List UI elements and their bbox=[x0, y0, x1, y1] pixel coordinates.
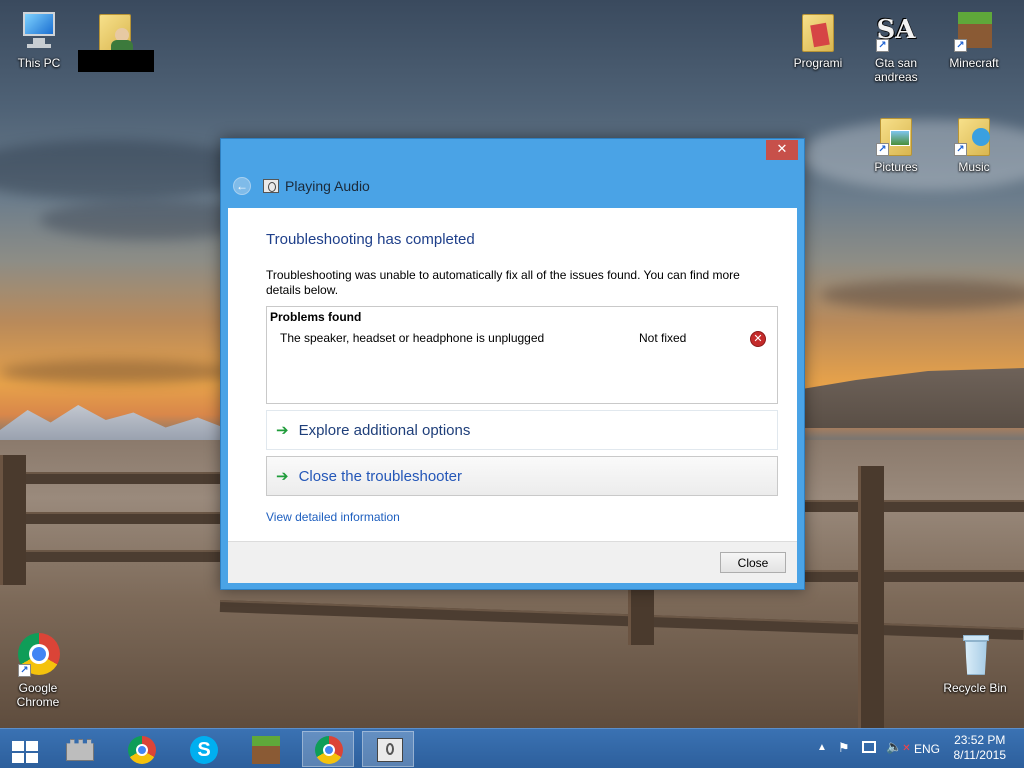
shortcut-arrow-icon: ↗ bbox=[954, 39, 967, 52]
green-arrow-icon: ➔ bbox=[276, 422, 289, 439]
taskbar-app-minecraft[interactable] bbox=[240, 731, 292, 767]
clock[interactable]: 23:52 PM 8/11/2015 bbox=[954, 733, 1007, 763]
desktop-icon-label: Gta san andreas bbox=[874, 56, 918, 84]
language-indicator[interactable]: ENG bbox=[914, 742, 940, 756]
troubleshooter-dialog: ✕ ← Playing Audio Troubleshooting has co… bbox=[220, 138, 805, 590]
pictures-folder-icon: ↗ bbox=[874, 112, 918, 156]
shortcut-arrow-icon: ↗ bbox=[876, 39, 889, 52]
network-icon[interactable] bbox=[862, 741, 876, 753]
action-center-flag-icon[interactable]: ⚑ bbox=[838, 740, 850, 756]
chrome-icon bbox=[315, 736, 343, 764]
desktop-icon-programi[interactable]: Programi bbox=[783, 8, 853, 70]
clock-time: 23:52 PM bbox=[954, 733, 1006, 747]
music-folder-icon: ↗ bbox=[952, 112, 996, 156]
this-pc-icon bbox=[17, 8, 61, 52]
problems-list: Problems found The speaker, headset or h… bbox=[266, 306, 778, 404]
skype-icon: S bbox=[190, 736, 218, 764]
windows-logo-icon bbox=[12, 741, 38, 763]
close-button[interactable]: Close bbox=[720, 552, 786, 573]
desktop-icon-label: Programi bbox=[793, 56, 843, 70]
taskbar-app-skype[interactable]: S bbox=[178, 731, 230, 767]
taskbar: S ▲ ⚑ 🔈✕ ENG 23:52 PM 8/11/2015 bbox=[0, 728, 1024, 768]
castle-icon bbox=[66, 739, 94, 761]
show-hidden-icons-icon[interactable]: ▲ bbox=[817, 742, 827, 753]
shortcut-arrow-icon: ↗ bbox=[876, 143, 889, 156]
gta-sa-icon: SA ↗ bbox=[876, 15, 916, 52]
taskbar-app-chrome[interactable] bbox=[116, 731, 168, 767]
desktop-icon-label: Recycle Bin bbox=[943, 681, 1007, 695]
desktop-icon-label: Minecraft bbox=[949, 56, 999, 70]
desktop-icon-music[interactable]: ↗ Music bbox=[939, 112, 1009, 174]
window-close-button[interactable]: ✕ bbox=[766, 140, 798, 160]
problem-row[interactable]: The speaker, headset or headphone is unp… bbox=[267, 331, 777, 347]
desktop-icon-user-folder[interactable] bbox=[80, 8, 150, 56]
description-text: Troubleshooting was unable to automatica… bbox=[266, 268, 740, 297]
desktop-icon-gta-san-andreas[interactable]: SA ↗ Gta san andreas bbox=[861, 8, 931, 84]
chrome-icon: ↗ bbox=[16, 633, 60, 677]
problem-status: Not fixed bbox=[639, 331, 687, 345]
page-title: Troubleshooting has completed bbox=[266, 231, 475, 248]
option-label: Explore additional options bbox=[298, 421, 471, 439]
taskbar-app-chrome-active[interactable] bbox=[302, 731, 354, 767]
troubleshooter-icon bbox=[377, 738, 403, 762]
option-label: Close the troubleshooter bbox=[298, 467, 463, 485]
troubleshooter-icon bbox=[263, 179, 279, 193]
view-details-link[interactable]: View detailed information bbox=[266, 510, 400, 524]
redacted-label bbox=[78, 50, 154, 72]
window-title: Playing Audio bbox=[285, 178, 370, 194]
desktop-icon-google-chrome[interactable]: ↗ Google Chrome bbox=[3, 633, 73, 709]
desktop-icon-this-pc[interactable]: This PC bbox=[4, 8, 74, 70]
close-troubleshooter-button[interactable]: ➔ Close the troubleshooter bbox=[266, 456, 778, 496]
desktop-icon-label: Music bbox=[958, 160, 990, 174]
volume-muted-icon[interactable]: 🔈✕ bbox=[886, 739, 911, 755]
chrome-icon bbox=[128, 736, 156, 764]
start-button[interactable] bbox=[0, 731, 52, 767]
problems-header: Problems found bbox=[270, 310, 362, 324]
minecraft-icon bbox=[252, 736, 280, 764]
taskbar-app-castle[interactable] bbox=[54, 731, 106, 767]
shortcut-arrow-icon: ↗ bbox=[954, 143, 967, 156]
explore-options-button[interactable]: ➔ Explore additional options bbox=[266, 410, 778, 450]
error-icon: ✕ bbox=[750, 331, 766, 347]
minecraft-icon: ↗ bbox=[952, 8, 996, 52]
clock-date: 8/11/2015 bbox=[953, 748, 1007, 762]
desktop-icon-recycle-bin[interactable]: Recycle Bin bbox=[940, 633, 1010, 695]
shortcut-arrow-icon: ↗ bbox=[18, 664, 31, 677]
desktop-icon-pictures[interactable]: ↗ Pictures bbox=[861, 112, 931, 174]
desktop-icon-label: Google Chrome bbox=[16, 681, 60, 709]
problem-text: The speaker, headset or headphone is unp… bbox=[280, 331, 545, 345]
green-arrow-icon: ➔ bbox=[276, 468, 289, 485]
dialog-body: Troubleshooting has completed Troublesho… bbox=[228, 208, 797, 583]
desktop-icon-label: Pictures bbox=[874, 160, 918, 174]
desktop-icon-minecraft[interactable]: ↗ Minecraft bbox=[939, 8, 1009, 70]
dialog-header: ← Playing Audio bbox=[233, 175, 370, 197]
dialog-footer: Close bbox=[228, 541, 797, 583]
back-button[interactable]: ← bbox=[233, 177, 251, 195]
recycle-bin-icon bbox=[953, 633, 997, 677]
taskbar-app-troubleshooter[interactable] bbox=[362, 731, 414, 767]
user-folder-icon bbox=[93, 8, 137, 52]
folder-icon bbox=[796, 8, 840, 52]
desktop-icon-label: This PC bbox=[17, 56, 61, 70]
